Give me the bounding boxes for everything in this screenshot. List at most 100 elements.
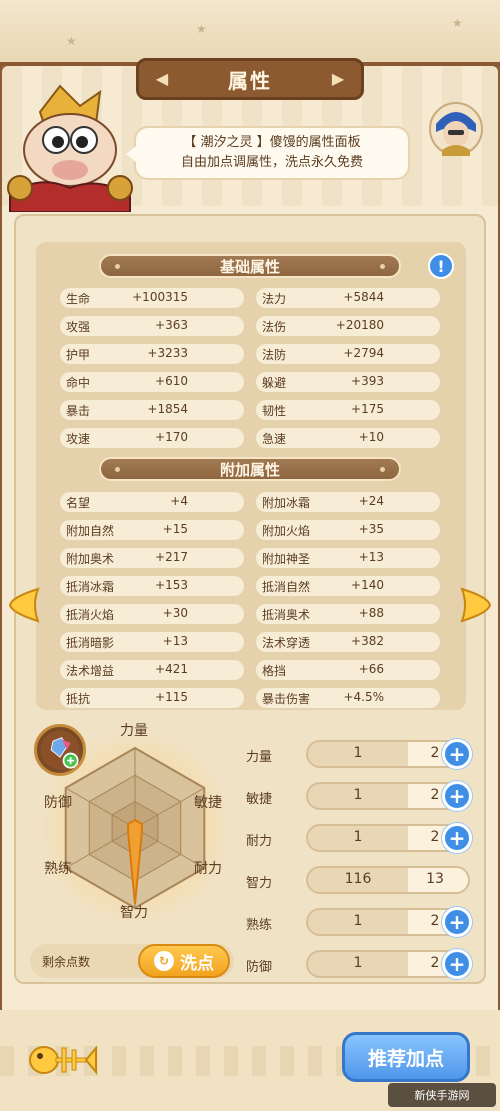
stat-row: 附加火焰 +35	[256, 520, 440, 540]
star-icon: ★	[196, 22, 207, 36]
plus-icon: +	[448, 826, 466, 850]
stat-value: +170	[155, 430, 188, 444]
stat-name: 名望	[66, 496, 91, 510]
stat-value: +66	[358, 662, 384, 676]
stat-value: +153	[155, 578, 188, 592]
stat-row: 格挡 +66	[256, 660, 440, 680]
stat-name: 韧性	[262, 404, 287, 418]
stat-name: 暴击伤害	[262, 692, 311, 706]
watermark: 新侠手游网	[388, 1083, 496, 1107]
add-point-button[interactable]: +	[442, 781, 472, 811]
alloc-base-value: 1	[353, 787, 363, 803]
stat-name: 攻速	[66, 432, 91, 446]
alloc-label: 防御	[246, 960, 273, 975]
stat-row: 附加自然 +15	[60, 520, 244, 540]
stat-name: 抵消自然	[262, 580, 311, 594]
stat-row: 躲避 +393	[256, 372, 440, 392]
stat-row: 附加奥术 +217	[60, 548, 244, 568]
next-arrow-icon[interactable]	[458, 585, 494, 625]
stat-value: +393	[351, 374, 384, 388]
stat-value: +382	[351, 634, 384, 648]
stat-row: 生命 +100315	[60, 288, 244, 308]
stat-row: 抵抗 +115	[60, 688, 244, 708]
stat-name: 法术增益	[66, 664, 115, 678]
stat-name: 暴击	[66, 404, 91, 418]
stat-name: 抵消暗影	[66, 636, 115, 650]
stat-name: 附加奥术	[66, 552, 115, 566]
stat-value: +30	[162, 606, 188, 620]
prev-arrow-icon[interactable]	[6, 585, 42, 625]
stat-row: 护甲 +3233	[60, 344, 244, 364]
stat-row: 抵消自然 +140	[256, 576, 440, 596]
stat-value: +4.5%	[343, 690, 384, 704]
extra-attributes-header: 附加属性	[99, 457, 401, 481]
stat-name: 生命	[66, 292, 91, 306]
top-decor-band: ★ ★ ★	[0, 0, 500, 62]
stat-row: 攻强 +363	[60, 316, 244, 336]
info-button[interactable]: !	[428, 253, 454, 279]
add-point-button[interactable]: +	[442, 739, 472, 769]
stat-value: +2794	[343, 346, 384, 360]
stat-value: +24	[358, 494, 384, 508]
stat-row: 法伤 +20180	[256, 316, 440, 336]
stat-name: 法伤	[262, 320, 287, 334]
basic-attributes-title: 基础属性	[219, 257, 280, 276]
add-point-button[interactable]: +	[442, 823, 472, 853]
stat-value: +100315	[132, 290, 188, 304]
stat-row: 抵消火焰 +30	[60, 604, 244, 624]
radar-label-agility: 敏捷	[194, 795, 222, 811]
hero-character-image	[7, 84, 133, 212]
stat-value: +3233	[147, 346, 188, 360]
radar-label-stamina: 耐力	[194, 861, 222, 877]
stat-value: +35	[358, 522, 384, 536]
alloc-bar: 116 13	[306, 866, 470, 894]
add-point-button[interactable]: +	[442, 907, 472, 937]
recommend-points-button[interactable]: 推荐加点	[342, 1032, 470, 1082]
header-dot	[380, 264, 385, 269]
stat-value: +20180	[335, 318, 384, 332]
alloc-base-value: 116	[344, 871, 372, 887]
stat-value: +363	[155, 318, 188, 332]
stat-row: 名望 +4	[60, 492, 244, 512]
stat-name: 法力	[262, 292, 287, 306]
stat-row: 命中 +610	[60, 372, 244, 392]
remaining-points-label: 剩余点数	[42, 955, 91, 969]
fish-bone-icon[interactable]	[26, 1036, 98, 1084]
stat-name: 命中	[66, 376, 91, 390]
stat-row: 抵消暗影 +13	[60, 632, 244, 652]
add-point-button[interactable]: +	[442, 949, 472, 979]
title-banner: ◀ 属性 ▶	[136, 58, 364, 100]
stat-value: +4	[170, 494, 188, 508]
stat-name: 抵抗	[66, 692, 91, 706]
stat-row: 抵消奥术 +88	[256, 604, 440, 624]
stat-value: +421	[155, 662, 188, 676]
avatar[interactable]	[428, 100, 484, 158]
exclamation-icon: !	[437, 256, 445, 276]
stat-value: +10	[358, 430, 384, 444]
header-dot	[115, 264, 120, 269]
wash-points-button[interactable]: ↻ 洗点	[138, 944, 230, 978]
stat-name: 护甲	[66, 348, 91, 362]
alloc-label: 力量	[246, 750, 273, 765]
stat-row: 法力 +5844	[256, 288, 440, 308]
stat-row: 附加冰霜 +24	[256, 492, 440, 512]
alloc-label: 敏捷	[246, 792, 273, 807]
stat-value: +15	[162, 522, 188, 536]
alloc-label: 智力	[246, 876, 273, 891]
alloc-base-value: 1	[353, 745, 363, 761]
alloc-base-value: 1	[353, 829, 363, 845]
stat-value: +217	[155, 550, 188, 564]
stat-row: 韧性 +175	[256, 400, 440, 420]
wash-points-label: 洗点	[180, 953, 214, 974]
radar-label-proficiency: 熟练	[44, 861, 72, 877]
star-icon: ★	[452, 16, 463, 30]
radar-label-strength: 力量	[120, 723, 148, 739]
alloc-base-value: 1	[353, 955, 363, 971]
stat-value: +175	[351, 402, 384, 416]
stat-value: +5844	[343, 290, 384, 304]
plus-icon: +	[448, 784, 466, 808]
stat-name: 急速	[262, 432, 287, 446]
basic-attributes-header: 基础属性	[99, 254, 401, 278]
stat-value: +13	[358, 550, 384, 564]
plus-icon: +	[448, 910, 466, 934]
